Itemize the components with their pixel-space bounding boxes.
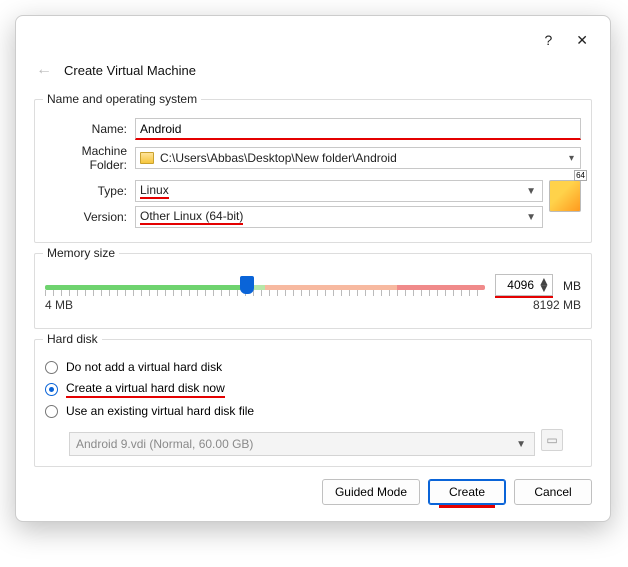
- memory-legend: Memory size: [43, 246, 119, 260]
- memory-unit: MB: [563, 279, 581, 293]
- existing-disk-select: Android 9.vdi (Normal, 60.00 GB) ▼: [69, 432, 535, 456]
- machine-folder-path: C:\Users\Abbas\Desktop\New folder\Androi…: [160, 151, 561, 165]
- create-vm-dialog: ? ✕ ← Create Virtual Machine Name and op…: [15, 15, 611, 522]
- type-value: Linux: [140, 183, 169, 199]
- page-title: Create Virtual Machine: [64, 63, 196, 78]
- radio-icon[interactable]: [45, 405, 58, 418]
- chevron-down-icon[interactable]: ▾: [567, 153, 576, 164]
- name-input[interactable]: [135, 118, 581, 140]
- radio-no-disk-label: Do not add a virtual hard disk: [66, 360, 222, 374]
- memory-max-label: 8192 MB: [533, 298, 581, 312]
- machine-folder-field[interactable]: C:\Users\Abbas\Desktop\New folder\Androi…: [135, 147, 581, 169]
- radio-existing-disk-label: Use an existing virtual hard disk file: [66, 404, 254, 418]
- radio-create-disk-label: Create a virtual hard disk now: [66, 380, 225, 398]
- chevron-down-icon: ▼: [514, 439, 528, 450]
- name-os-legend: Name and operating system: [43, 92, 201, 106]
- memory-spinbox[interactable]: ▲▼: [495, 274, 553, 296]
- header-row: ← Create Virtual Machine: [34, 59, 592, 93]
- chevron-down-icon[interactable]: ▼: [524, 186, 538, 197]
- memory-min-label: 4 MB: [45, 298, 73, 312]
- folder-icon: ▭: [546, 433, 557, 447]
- cancel-button[interactable]: Cancel: [514, 479, 592, 505]
- radio-no-disk[interactable]: Do not add a virtual hard disk: [45, 360, 581, 374]
- folder-icon: [140, 152, 154, 164]
- radio-icon[interactable]: [45, 383, 58, 396]
- radio-create-disk[interactable]: Create a virtual hard disk now: [45, 380, 581, 398]
- harddisk-group: Hard disk Do not add a virtual hard disk…: [34, 339, 592, 467]
- memory-input[interactable]: [496, 278, 536, 292]
- titlebar: ? ✕: [34, 30, 592, 59]
- radio-icon[interactable]: [45, 361, 58, 374]
- folder-label: Machine Folder:: [45, 144, 135, 172]
- version-label: Version:: [45, 210, 135, 224]
- memory-group: Memory size ▲▼ MB 4 MB 8192 MB: [34, 253, 592, 329]
- bit-badge: 64: [574, 170, 587, 181]
- close-icon[interactable]: ✕: [576, 32, 588, 49]
- name-label: Name:: [45, 122, 135, 136]
- type-label: Type:: [45, 184, 135, 198]
- name-os-group: Name and operating system Name: Machine …: [34, 99, 592, 243]
- radio-existing-disk[interactable]: Use an existing virtual hard disk file: [45, 404, 581, 418]
- version-value: Other Linux (64-bit): [140, 209, 243, 225]
- help-icon[interactable]: ?: [544, 32, 552, 49]
- guided-mode-button[interactable]: Guided Mode: [322, 479, 420, 505]
- dialog-buttons: Guided Mode Create Cancel: [34, 479, 592, 505]
- spinner-arrows-icon[interactable]: ▲▼: [536, 278, 552, 292]
- memory-slider[interactable]: [45, 272, 485, 300]
- type-select[interactable]: Linux ▼: [135, 180, 543, 202]
- chevron-down-icon[interactable]: ▼: [524, 212, 538, 223]
- version-select[interactable]: Other Linux (64-bit) ▼: [135, 206, 543, 228]
- slider-thumb-icon[interactable]: [240, 276, 254, 294]
- create-button[interactable]: Create: [428, 479, 506, 505]
- existing-disk-value: Android 9.vdi (Normal, 60.00 GB): [76, 437, 253, 451]
- back-arrow-icon[interactable]: ←: [36, 61, 52, 79]
- os-icon: [549, 180, 581, 212]
- browse-disk-button: ▭: [541, 429, 563, 451]
- harddisk-legend: Hard disk: [43, 332, 102, 346]
